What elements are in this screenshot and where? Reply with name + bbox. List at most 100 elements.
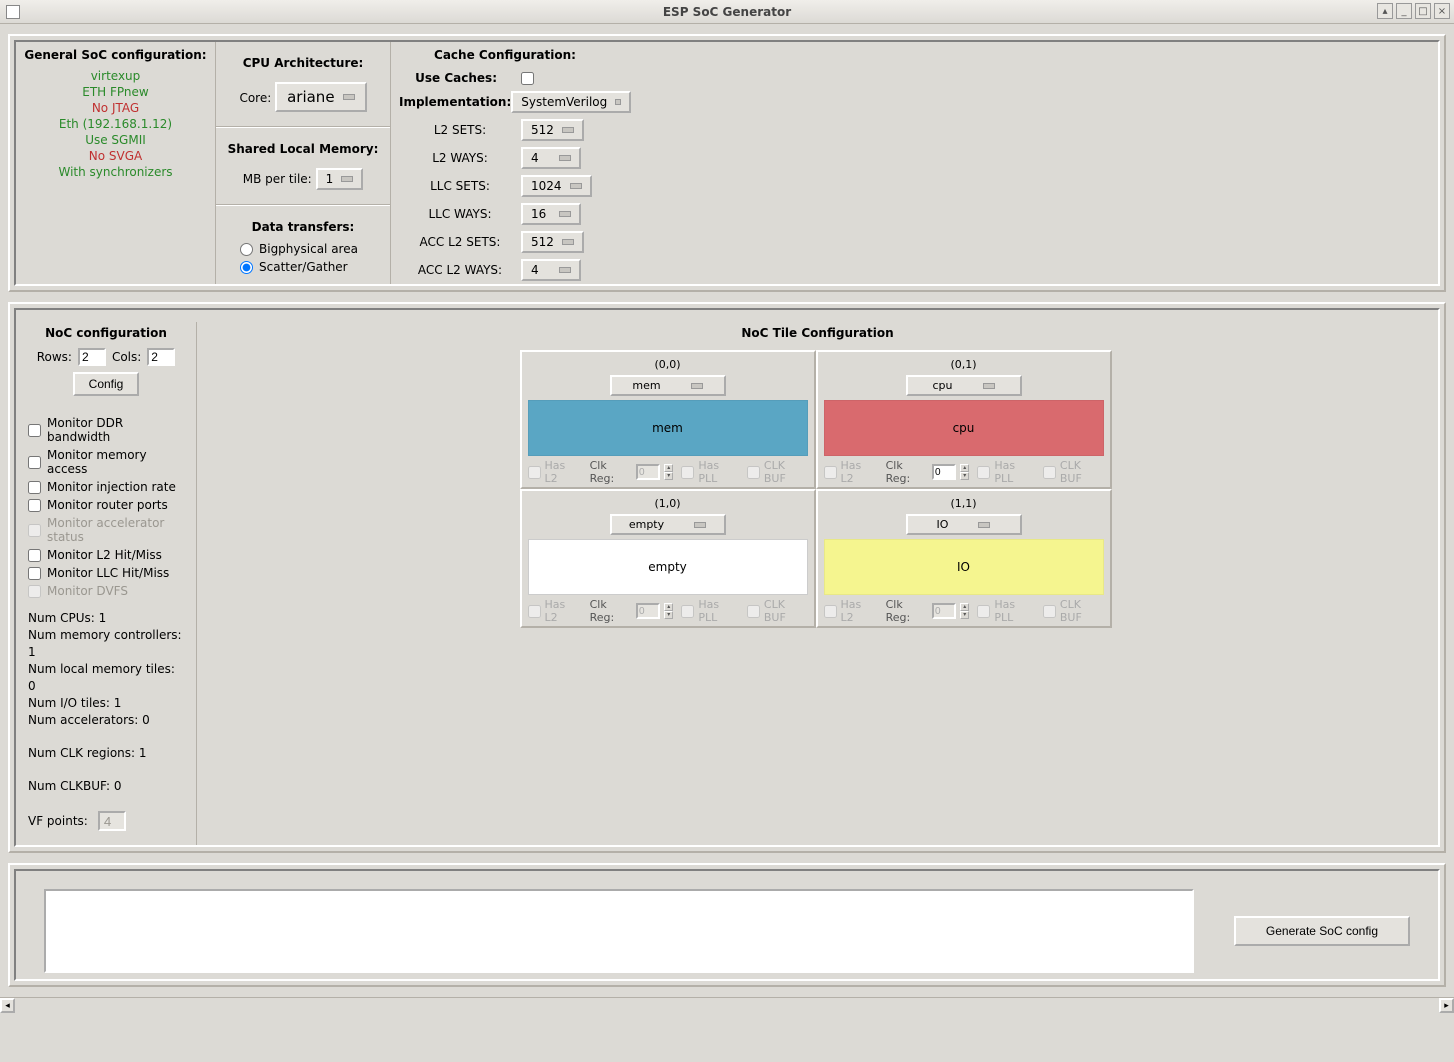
clk-regions-stat: Num CLK regions: 1: [24, 731, 188, 764]
mb-per-tile-select[interactable]: 1: [316, 168, 364, 190]
cache-row-label: L2 WAYS:: [399, 151, 521, 165]
tile-config-title: NoC Tile Configuration: [197, 322, 1438, 344]
general-item: With synchronizers: [16, 164, 215, 180]
stat-line: Num CPUs: 1: [28, 610, 184, 627]
chevron-down-icon: [978, 522, 990, 528]
cache-row-label: ACC L2 SETS:: [399, 235, 521, 249]
chevron-down-icon: [562, 127, 574, 133]
titlebar: ESP SoC Generator ▴ _ □ ×: [0, 0, 1454, 24]
chevron-down-icon: [341, 176, 353, 182]
clk-reg-input: [932, 603, 956, 619]
monitor-checkbox[interactable]: Monitor DDR bandwidth: [28, 414, 184, 446]
chevron-down-icon: [559, 211, 571, 217]
clk-reg-input: [636, 464, 660, 480]
tile-body: empty: [528, 539, 808, 595]
has-l2-checkbox: [528, 605, 541, 618]
noc-title: NoC configuration: [24, 322, 188, 344]
scroll-left-icon[interactable]: ◂: [0, 998, 15, 1013]
clk-reg-input: [636, 603, 660, 619]
stat-line: Num accelerators: 0: [28, 712, 184, 729]
spinner-icon: ▴▾: [664, 464, 673, 480]
tile-type-select[interactable]: empty: [610, 514, 726, 535]
core-select[interactable]: ariane: [275, 82, 366, 112]
config-button[interactable]: Config: [73, 372, 140, 396]
tile: (0,0)memmemHas L2Clk Reg:▴▾Has PLLCLK BU…: [520, 350, 816, 489]
cache-row-label: L2 SETS:: [399, 123, 521, 137]
radio-bigphysical[interactable]: Bigphysical area: [222, 240, 384, 258]
has-pll-checkbox: [977, 466, 990, 479]
cols-input[interactable]: [147, 348, 175, 366]
monitor-checkbox[interactable]: Monitor router ports: [28, 496, 184, 514]
generate-soc-button[interactable]: Generate SoC config: [1234, 916, 1410, 946]
spinner-icon: ▴▾: [664, 603, 673, 619]
shared-mem-title: Shared Local Memory:: [222, 136, 384, 162]
general-title: General SoC configuration:: [16, 42, 215, 68]
rows-label: Rows:: [37, 350, 72, 364]
noc-tile-panel: NoC Tile Configuration (0,0)memmemHas L2…: [196, 322, 1438, 845]
tile-type-select[interactable]: mem: [610, 375, 726, 396]
monitor-checkbox[interactable]: Monitor injection rate: [28, 478, 184, 496]
tile-coord: (0,0): [528, 356, 808, 375]
window-minimize-icon[interactable]: _: [1396, 3, 1412, 19]
has-pll-checkbox: [977, 605, 990, 618]
general-item: virtexup: [16, 68, 215, 84]
window-close-icon[interactable]: ×: [1434, 3, 1450, 19]
chevron-down-icon: [691, 383, 703, 389]
cache-row-label: LLC SETS:: [399, 179, 521, 193]
tile-body: cpu: [824, 400, 1104, 456]
general-item: No SVGA: [16, 148, 215, 164]
monitor-checkbox: Monitor DVFS: [28, 582, 184, 600]
cpu-arch-title: CPU Architecture:: [222, 50, 384, 76]
stat-line: Num I/O tiles: 1: [28, 695, 184, 712]
monitor-checkbox[interactable]: Monitor LLC Hit/Miss: [28, 564, 184, 582]
impl-select[interactable]: SystemVerilog: [511, 91, 631, 113]
chevron-down-icon: [562, 239, 574, 245]
clkbuf-stat: Num CLKBUF: 0: [24, 764, 188, 797]
clk-buf-checkbox: [1043, 466, 1056, 479]
general-item: ETH FPnew: [16, 84, 215, 100]
general-config-panel: General SoC configuration: virtexupETH F…: [16, 42, 216, 284]
cache-title: Cache Configuration:: [391, 42, 619, 68]
core-label: Core:: [239, 91, 271, 105]
clk-reg-input[interactable]: [932, 464, 956, 480]
window-maximize-icon[interactable]: □: [1415, 3, 1431, 19]
radio-scatter-gather[interactable]: Scatter/Gather: [222, 258, 384, 276]
impl-label: Implementation:: [399, 95, 511, 109]
cache-row-select[interactable]: 1024: [521, 175, 592, 197]
monitor-checkbox[interactable]: Monitor L2 Hit/Miss: [28, 546, 184, 564]
has-pll-checkbox: [681, 466, 694, 479]
spinner-icon: ▴▾: [960, 603, 969, 619]
clk-buf-checkbox: [747, 466, 760, 479]
tile-body: IO: [824, 539, 1104, 595]
h-scrollbar[interactable]: ◂ ▸: [0, 997, 1454, 1012]
window-min-top-icon[interactable]: ▴: [1377, 3, 1393, 19]
cache-row-select[interactable]: 512: [521, 119, 584, 141]
use-caches-checkbox[interactable]: [521, 72, 534, 85]
tile-type-select[interactable]: cpu: [906, 375, 1022, 396]
cache-row-select[interactable]: 512: [521, 231, 584, 253]
cpu-arch-panel: CPU Architecture: Core: ariane Shared Lo…: [216, 42, 391, 284]
spinner-icon[interactable]: ▴▾: [960, 464, 969, 480]
noc-config-panel: NoC configuration Rows: Cols: Config Mon…: [16, 322, 196, 845]
monitor-checkbox[interactable]: Monitor memory access: [28, 446, 184, 478]
chevron-down-icon: [694, 522, 706, 528]
scroll-right-icon[interactable]: ▸: [1439, 998, 1454, 1013]
rows-input[interactable]: [78, 348, 106, 366]
data-transfers-title: Data transfers:: [222, 214, 384, 240]
cache-row-select[interactable]: 4: [521, 259, 581, 281]
has-l2-checkbox: [528, 466, 541, 479]
tile: (0,1)cpucpuHas L2Clk Reg:▴▾Has PLLCLK BU…: [816, 350, 1112, 489]
chevron-down-icon: [570, 183, 582, 189]
chevron-down-icon: [343, 94, 355, 100]
cache-row-select[interactable]: 16: [521, 203, 581, 225]
general-item: Use SGMII: [16, 132, 215, 148]
tile-coord: (1,0): [528, 495, 808, 514]
monitor-checkbox: Monitor accelerator status: [28, 514, 184, 546]
chevron-down-icon: [615, 99, 621, 105]
has-l2-checkbox: [824, 466, 837, 479]
vf-points-label: VF points:: [28, 814, 88, 828]
stat-line: Num memory controllers: 1: [28, 627, 184, 661]
tile-type-select[interactable]: IO: [906, 514, 1022, 535]
has-l2-checkbox: [824, 605, 837, 618]
cache-row-select[interactable]: 4: [521, 147, 581, 169]
